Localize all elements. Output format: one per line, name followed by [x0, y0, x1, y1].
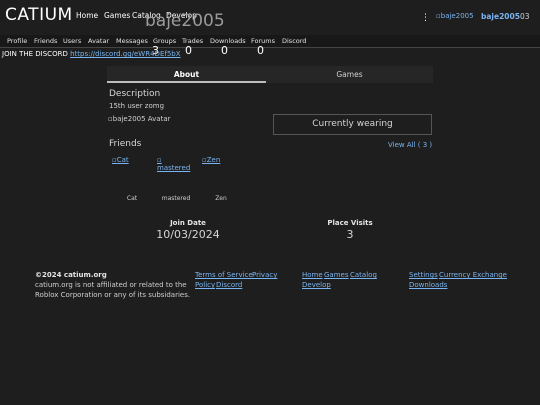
subnav-messages[interactable]: Messages	[116, 37, 148, 45]
tab-games[interactable]: Games	[266, 66, 433, 83]
profile-username-heading: baje2005	[145, 11, 225, 31]
friend-name-zen[interactable]: Zen	[201, 195, 241, 202]
place-visits-label: Place Visits	[327, 219, 373, 227]
footer-link-home[interactable]: Home	[302, 271, 323, 279]
description-text: 15th user zomg	[109, 102, 165, 110]
currently-wearing-box: Currently wearing	[273, 114, 432, 135]
join-date-label: Join Date	[170, 219, 206, 227]
footer-copyright: ©2024 catium.org	[35, 271, 107, 279]
subnav-profile[interactable]: Profile	[7, 37, 27, 45]
friends-heading: Friends	[109, 139, 142, 149]
profile-stat-following: 0	[221, 44, 228, 57]
subnav-avatar[interactable]: Avatar	[88, 37, 109, 45]
profile-stat-visits: 0	[257, 44, 264, 57]
footer-link-currency-exchange[interactable]: Currency Exchange	[439, 271, 507, 279]
more-options-icon[interactable]: ⋮	[421, 13, 430, 23]
profile-avatar-alt: baje2005 Avatar	[112, 115, 171, 123]
subnav-users[interactable]: Users	[63, 37, 81, 45]
profile-avatar-image: ▫baje2005 Avatar	[108, 115, 171, 123]
discord-banner: JOIN THE DISCORD https://discord.gg/eWR4…	[2, 50, 181, 58]
currency-count[interactable]: 03	[520, 12, 530, 21]
footer-link-privacy[interactable]: Privacy	[252, 271, 277, 279]
description-heading: Description	[109, 89, 161, 99]
tab-about[interactable]: About	[107, 66, 266, 83]
discord-invite-link[interactable]: https://discord.gg/eWR4DEf5bX	[70, 50, 180, 58]
footer-link-settings[interactable]: Settings	[409, 271, 438, 279]
friend-avatar-cat[interactable]: ▫Cat	[112, 156, 129, 164]
footer-link-discord[interactable]: Discord	[216, 281, 242, 289]
join-date-value: 10/03/2024	[156, 228, 220, 241]
friend-avatar-alt: Zen	[206, 156, 221, 164]
friend-name-cat[interactable]: Cat	[112, 195, 152, 202]
broken-image-icon: ▫	[157, 156, 162, 164]
friend-name-mastered[interactable]: mastered	[156, 195, 196, 202]
place-visits-value: 3	[346, 228, 354, 241]
footer-disclaimer-line-2: Roblox Corporation or any of its subsida…	[35, 291, 191, 299]
friend-avatar-alt: mastered	[157, 164, 191, 172]
user-name-link[interactable]: baje2005	[481, 12, 520, 21]
footer-disclaimer-line-1: catium.org is not affiliated or related …	[35, 281, 187, 289]
footer-link-catalog[interactable]: Catalog	[350, 271, 377, 279]
friend-avatar-zen[interactable]: ▫Zen	[202, 156, 220, 164]
discord-banner-text: JOIN THE DISCORD	[2, 50, 68, 58]
friend-avatar-alt: Cat	[116, 156, 129, 164]
footer-link-terms[interactable]: Terms of Service	[195, 271, 253, 279]
footer-link-downloads[interactable]: Downloads	[409, 281, 447, 289]
profile-stat-followers: 0	[185, 44, 192, 57]
footer-link-develop[interactable]: Develop	[302, 281, 331, 289]
subnav-friends[interactable]: Friends	[34, 37, 57, 45]
nav-home[interactable]: Home	[76, 11, 98, 20]
friend-avatar-mastered[interactable]: ▫ mastered	[157, 156, 190, 172]
view-all-friends-link[interactable]: View All ( 3 )	[388, 141, 432, 149]
footer-link-games[interactable]: Games	[324, 271, 349, 279]
user-avatar-image[interactable]: ▫baje2005	[436, 12, 474, 20]
brand-logo[interactable]: CATIUM	[5, 5, 73, 25]
nav-games[interactable]: Games	[104, 11, 130, 20]
footer-link-policy[interactable]: Policy	[195, 281, 215, 289]
user-avatar-alt: baje2005	[440, 12, 474, 20]
subnav-discord[interactable]: Discord	[282, 37, 306, 45]
